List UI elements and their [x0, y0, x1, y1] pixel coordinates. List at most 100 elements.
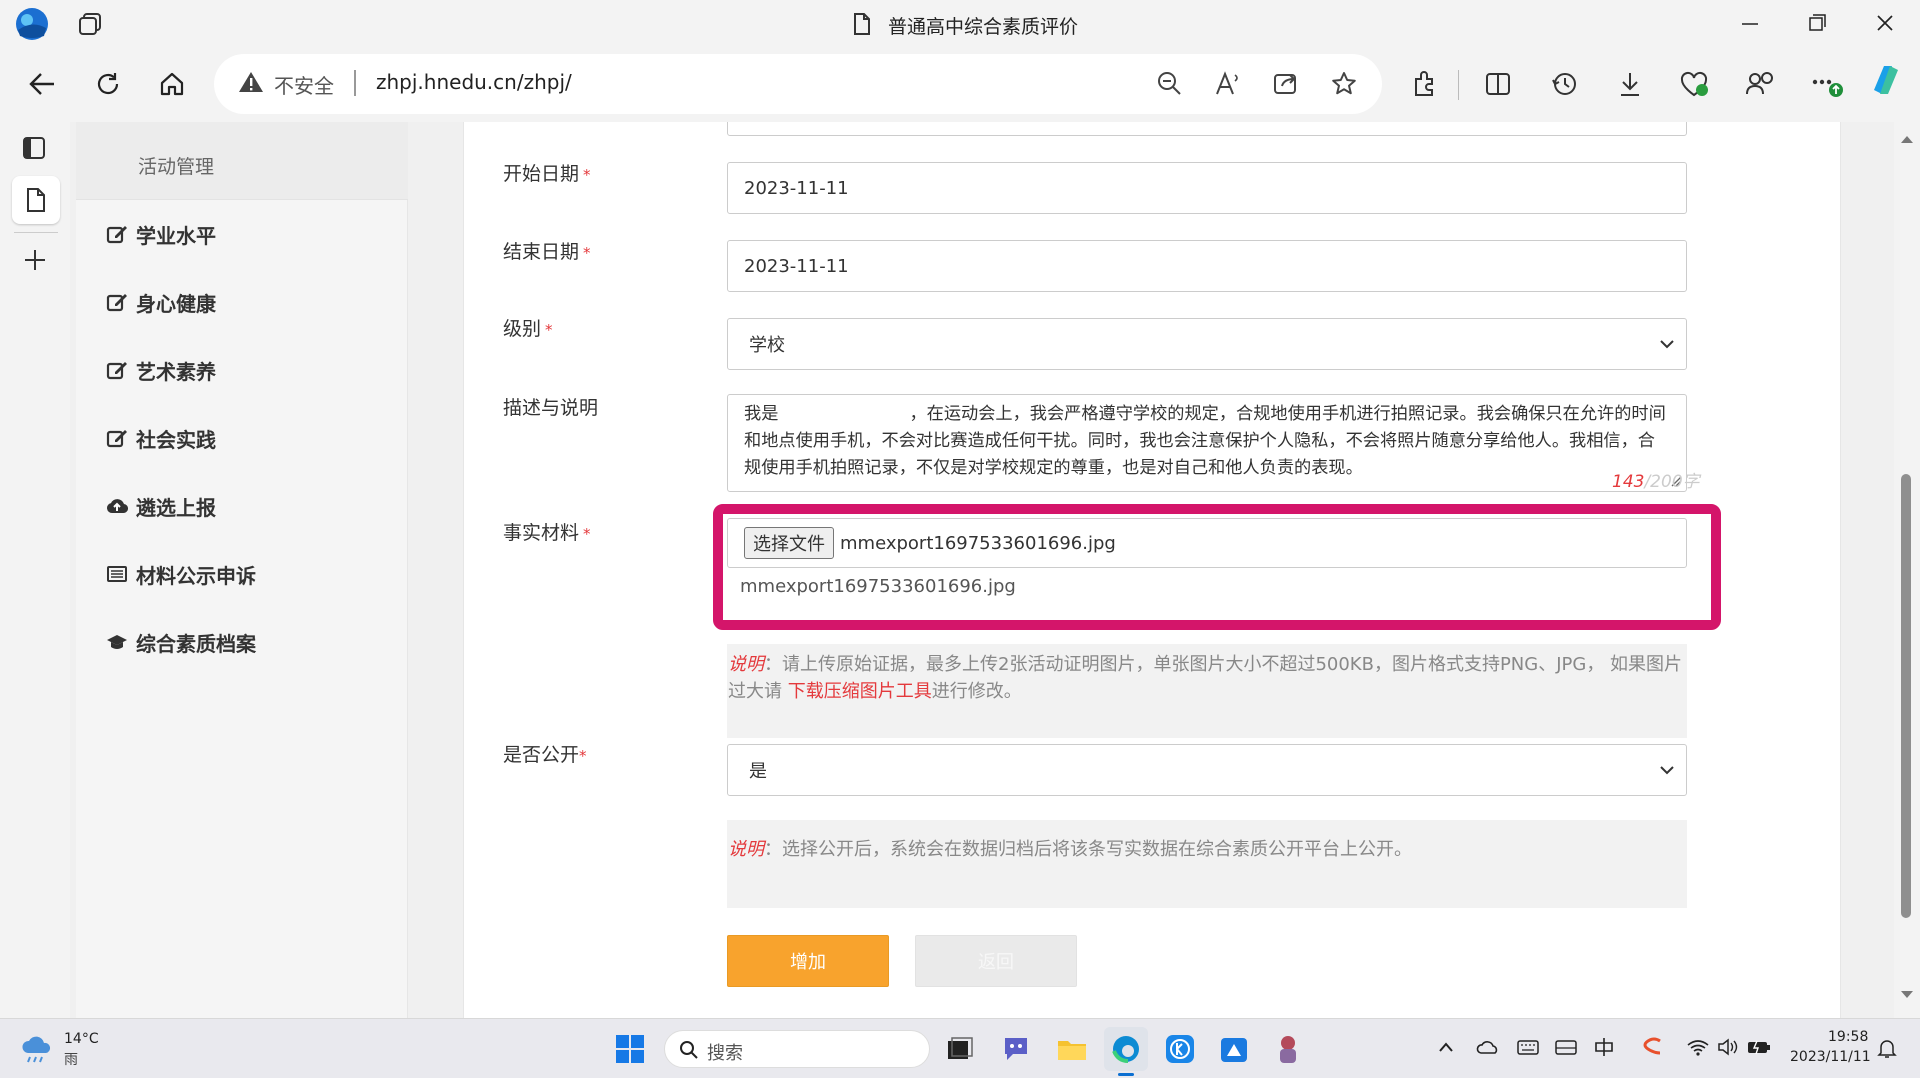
- evidence-note: 说明：请上传原始证据，最多上传2张活动证明图片，单张图片大小不超过500KB，图…: [727, 644, 1687, 738]
- back-button[interactable]: 返回: [915, 935, 1077, 987]
- sidebar-title: 活动管理: [138, 156, 215, 178]
- address-bar[interactable]: 不安全 zhpj.hnedu.cn/zhpj/: [214, 54, 1382, 114]
- description-counter: 143/200字: [1612, 472, 1700, 492]
- description-text: 我是 ，在运动会上，我会严格遵守学校的规定，合规地使用手机进行拍照记录。我会确保…: [744, 404, 1666, 478]
- battery-icon[interactable]: [1746, 1037, 1772, 1057]
- task-view-icon[interactable]: [938, 1027, 982, 1071]
- search-icon: [680, 1041, 698, 1059]
- note-prefix: 说明: [728, 839, 764, 860]
- sidebar-item-social[interactable]: 社会实践: [106, 418, 216, 458]
- refresh-icon[interactable]: [88, 64, 128, 104]
- zoom-out-icon[interactable]: [1156, 70, 1184, 98]
- public-select-value: 是: [749, 761, 767, 782]
- home-icon[interactable]: [152, 64, 192, 104]
- description-label: 描述与说明: [503, 397, 599, 419]
- public-label: 是否公开*: [503, 744, 587, 766]
- level-select[interactable]: 学校: [727, 318, 1687, 370]
- k-app-icon[interactable]: [1158, 1027, 1202, 1071]
- game-app-icon[interactable]: [1266, 1027, 1310, 1071]
- workspaces-icon[interactable]: [78, 12, 104, 36]
- wifi-icon[interactable]: [1686, 1037, 1710, 1057]
- restore-icon[interactable]: [1806, 12, 1828, 34]
- compress-tool-link[interactable]: 下载压缩图片工具: [788, 681, 932, 702]
- sidebar-item-report[interactable]: 遴选上报: [106, 486, 216, 526]
- tablet-icon[interactable]: [1554, 1037, 1578, 1057]
- public-note: 说明：选择公开后，系统会在数据归档后将该条写实数据在综合素质公开平台上公开。: [727, 820, 1687, 908]
- back-icon[interactable]: [22, 64, 62, 104]
- taskbar-search[interactable]: 搜索: [664, 1030, 930, 1068]
- extensions-icon[interactable]: [1404, 64, 1444, 104]
- evidence-label: 事实材料 *: [503, 522, 591, 544]
- start-icon[interactable]: [608, 1027, 652, 1071]
- tab-divider: [14, 232, 58, 233]
- level-label: 级别 *: [503, 318, 553, 340]
- ime-icon[interactable]: [1592, 1035, 1616, 1059]
- edit-icon: [106, 430, 127, 448]
- active-tab[interactable]: [12, 176, 60, 224]
- history-icon[interactable]: [1544, 64, 1584, 104]
- add-button[interactable]: 增加: [727, 935, 889, 987]
- sidebar-item-art[interactable]: 艺术素养: [106, 350, 216, 390]
- note-text: ：选择公开后，系统会在数据归档后将该条写实数据在综合素质公开平台上公开。: [764, 839, 1412, 860]
- favorite-star-icon[interactable]: [1330, 70, 1358, 98]
- url-text[interactable]: zhpj.hnedu.cn/zhpj/: [376, 70, 572, 94]
- minimize-icon[interactable]: [1738, 14, 1762, 34]
- edit-icon: [106, 294, 127, 312]
- weather-temp: 14°C: [64, 1031, 99, 1047]
- teams-chat-icon[interactable]: [994, 1027, 1038, 1071]
- show-hidden-icons[interactable]: [1438, 1041, 1454, 1053]
- chevron-down-icon: [1660, 766, 1674, 775]
- description-textarea[interactable]: 我是 ，在运动会上，我会严格遵守学校的规定，合规地使用手机进行拍照记录。我会确保…: [727, 394, 1687, 492]
- scrollbar[interactable]: [1894, 122, 1920, 1018]
- sidebar-item-appeal[interactable]: 材料公示申诉: [106, 554, 256, 594]
- clock-time[interactable]: 19:58: [1828, 1029, 1868, 1045]
- start-date-input[interactable]: 2023-11-11: [727, 162, 1687, 214]
- sidebar-item-health[interactable]: 身心健康: [106, 282, 216, 322]
- level-select-value: 学校: [749, 335, 785, 356]
- sidebar-item-label: 材料公示申诉: [136, 563, 256, 588]
- keyboard-icon[interactable]: [1516, 1037, 1540, 1057]
- scrollbar-thumb[interactable]: [1901, 474, 1911, 918]
- edge-profile-icon[interactable]: [14, 6, 50, 42]
- security-label[interactable]: 不安全: [274, 70, 334, 99]
- close-icon[interactable]: [1874, 12, 1896, 34]
- sogou-icon[interactable]: [1640, 1035, 1666, 1059]
- active-app-indicator: [1118, 1073, 1134, 1076]
- sidebar-header: 活动管理: [76, 122, 408, 200]
- split-screen-icon[interactable]: [1478, 64, 1518, 104]
- share-icon[interactable]: [1272, 70, 1300, 98]
- sidebar: 活动管理 学业水平 身心健康 艺术素养 社会实践 遴选上报 材料公示申诉 综合素…: [76, 122, 408, 1018]
- start-date-label: 开始日期 *: [503, 163, 591, 185]
- taskbar: 14°C 雨 搜索 19:58 2023/11/11: [0, 1018, 1920, 1078]
- sidebar-item-label: 社会实践: [136, 427, 216, 452]
- profile-sync-icon[interactable]: [1740, 64, 1780, 104]
- sidebar-item-label: 身心健康: [136, 291, 216, 316]
- clock-date[interactable]: 2023/11/11: [1790, 1049, 1871, 1065]
- copilot-icon[interactable]: [1866, 60, 1906, 100]
- sidebar-item-archive[interactable]: 综合素质档案: [106, 622, 256, 662]
- weather-widget[interactable]: 14°C 雨: [20, 1029, 140, 1071]
- download-icon[interactable]: [1610, 64, 1650, 104]
- onedrive-icon[interactable]: [1476, 1037, 1500, 1057]
- previous-field[interactable]: [727, 122, 1687, 136]
- end-date-input[interactable]: 2023-11-11: [727, 240, 1687, 292]
- edge-taskbar-icon[interactable]: [1104, 1027, 1148, 1071]
- volume-icon[interactable]: [1716, 1037, 1740, 1057]
- notification-bell-icon[interactable]: [1876, 1037, 1898, 1059]
- edit-icon: [106, 226, 127, 244]
- public-select[interactable]: 是: [727, 744, 1687, 796]
- weather-desc: 雨: [64, 1052, 78, 1068]
- sidebar-item-label: 艺术素养: [136, 359, 216, 384]
- warning-icon[interactable]: [238, 70, 264, 94]
- title-bar: 普通高中综合素质评价: [0, 0, 1920, 48]
- store-icon[interactable]: [1212, 1027, 1256, 1071]
- page-icon: [852, 12, 872, 36]
- new-tab-icon[interactable]: [15, 240, 55, 280]
- browser-essentials-icon[interactable]: [1674, 64, 1714, 104]
- more-options-icon[interactable]: [1806, 64, 1846, 104]
- read-aloud-icon[interactable]: [1214, 70, 1244, 98]
- cloud-upload-icon: [107, 499, 128, 514]
- tab-actions-icon[interactable]: [14, 128, 54, 168]
- file-explorer-icon[interactable]: [1050, 1027, 1094, 1071]
- sidebar-item-academic[interactable]: 学业水平: [106, 214, 216, 254]
